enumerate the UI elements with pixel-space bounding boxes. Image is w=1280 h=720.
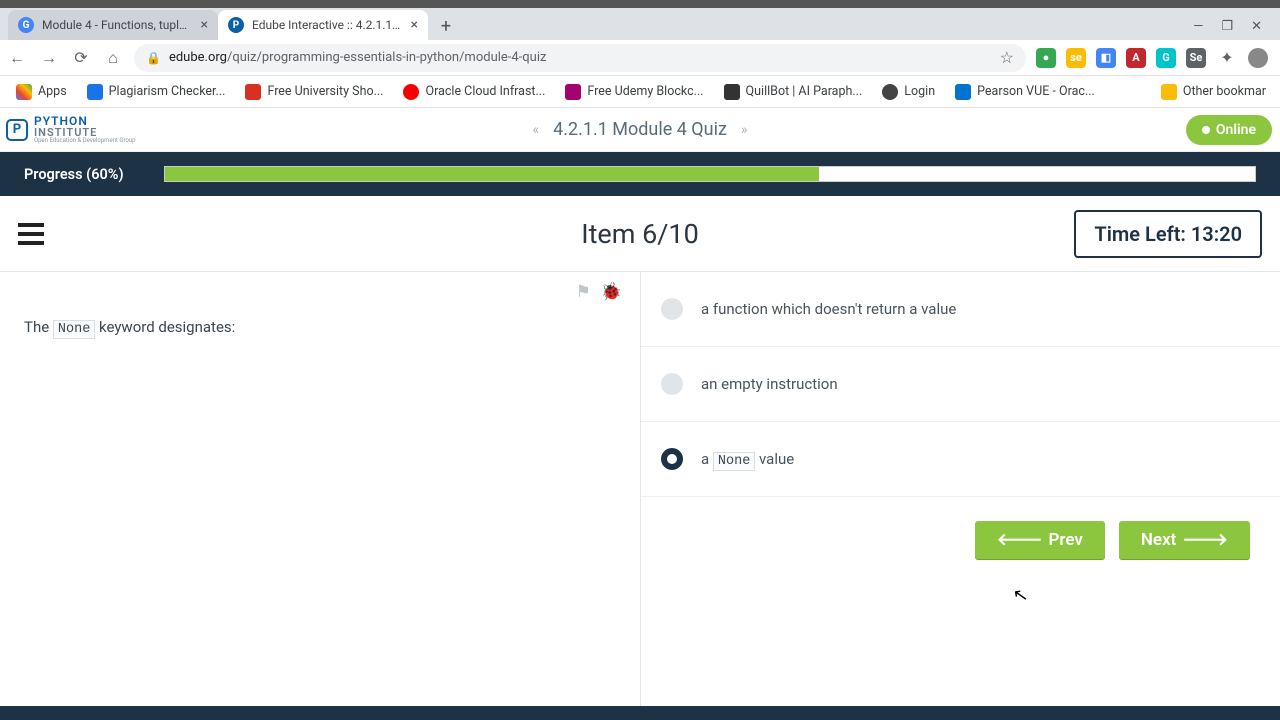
progress-label: Progress (60%) bbox=[24, 166, 124, 183]
logo-subtext: Open Education & Development Group bbox=[34, 138, 136, 144]
prev-button[interactable]: 🡐 Prev bbox=[975, 521, 1105, 559]
browser-tab-1[interactable]: P Edube Interactive :: 4.2.1.1 Modu × bbox=[218, 10, 428, 40]
answer-option[interactable]: an empty instruction bbox=[641, 347, 1280, 422]
bookmark-apps[interactable]: Apps bbox=[8, 80, 75, 104]
forward-icon[interactable]: → bbox=[38, 48, 60, 68]
url-text: edube.org/quiz/programming-essentials-in… bbox=[169, 50, 547, 65]
close-window-icon[interactable]: ✕ bbox=[1251, 19, 1262, 34]
answer-option[interactable]: a function which doesn't return a value bbox=[641, 272, 1280, 347]
question-text: The None keyword designates: bbox=[24, 318, 620, 337]
progress-fill bbox=[165, 167, 819, 181]
bookmark-item[interactable]: Plagiarism Checker... bbox=[79, 80, 234, 104]
bookmark-item[interactable]: Oracle Cloud Infrast... bbox=[395, 80, 553, 104]
quiz-header: Item 6/10 Time Left: 13:20 bbox=[0, 196, 1280, 272]
tab-strip: G Module 4 - Functions, tuples, dic × P … bbox=[0, 8, 1280, 40]
favicon-icon: G bbox=[18, 17, 34, 33]
answers-pane: a function which doesn't return a value a… bbox=[640, 272, 1280, 706]
bookmark-item[interactable]: Free University Sho... bbox=[237, 80, 391, 104]
progress-track bbox=[164, 166, 1256, 182]
app-header: P PYTHON INSTITUTE Open Education & Deve… bbox=[0, 108, 1280, 152]
close-icon[interactable]: × bbox=[201, 17, 208, 33]
bug-icon[interactable]: 🐞 bbox=[601, 282, 622, 302]
radio-icon[interactable] bbox=[661, 373, 683, 395]
address-bar[interactable]: 🔒 edube.org/quiz/programming-essentials-… bbox=[134, 44, 1026, 72]
option-label: a function which doesn't return a value bbox=[701, 300, 956, 318]
quiz-content: ⚑ 🐞 The None keyword designates: a funct… bbox=[0, 272, 1280, 706]
extensions: ● se ◧ A G Se ✦ bbox=[1036, 48, 1274, 68]
radio-icon[interactable] bbox=[661, 298, 683, 320]
bookmark-star-icon[interactable]: ☆ bbox=[1000, 48, 1014, 67]
extension-icon[interactable]: ◧ bbox=[1096, 48, 1116, 68]
question-pane: ⚑ 🐞 The None keyword designates: bbox=[0, 272, 640, 706]
extension-icon[interactable]: se bbox=[1066, 48, 1086, 68]
next-button[interactable]: Next 🡒 bbox=[1119, 521, 1250, 559]
profile-avatar-icon[interactable] bbox=[1248, 48, 1268, 68]
extension-icon[interactable]: ● bbox=[1036, 48, 1056, 68]
bookmark-item[interactable]: Login bbox=[874, 80, 943, 104]
module-title: « 4.2.1.1 Module 4 Quiz » bbox=[533, 119, 748, 140]
timer: Time Left: 13:20 bbox=[1074, 210, 1262, 258]
hamburger-icon[interactable] bbox=[18, 223, 44, 245]
home-icon[interactable]: ⌂ bbox=[102, 48, 124, 68]
back-icon[interactable]: ← bbox=[6, 48, 28, 68]
close-icon[interactable]: × bbox=[411, 17, 418, 33]
status-dot-icon bbox=[1202, 126, 1210, 134]
extensions-menu-icon[interactable]: ✦ bbox=[1216, 48, 1238, 67]
logo-mark-icon: P bbox=[6, 119, 28, 141]
minimize-icon[interactable]: — bbox=[1193, 19, 1203, 34]
chevron-left-icon[interactable]: « bbox=[533, 122, 540, 138]
browser-tab-0[interactable]: G Module 4 - Functions, tuples, dic × bbox=[8, 10, 218, 40]
bookmark-item[interactable]: Pearson VUE - Orac... bbox=[947, 80, 1103, 104]
address-row: ← → ⟳ ⌂ 🔒 edube.org/quiz/programming-ess… bbox=[0, 40, 1280, 76]
other-bookmarks[interactable]: Other bookmar bbox=[1161, 84, 1272, 100]
online-label: Online bbox=[1216, 122, 1256, 138]
extension-icon[interactable]: Se bbox=[1186, 48, 1206, 68]
flag-icon[interactable]: ⚑ bbox=[576, 282, 591, 302]
favicon-icon: P bbox=[228, 17, 244, 33]
item-counter: Item 6/10 bbox=[581, 218, 699, 250]
option-label: a None value bbox=[701, 450, 794, 469]
reload-icon[interactable]: ⟳ bbox=[70, 48, 92, 67]
radio-icon[interactable] bbox=[661, 448, 683, 470]
maximize-icon[interactable]: ❐ bbox=[1221, 19, 1233, 34]
extension-icon[interactable]: A bbox=[1126, 48, 1146, 68]
footer-bar bbox=[0, 706, 1280, 720]
online-status: Online bbox=[1186, 115, 1272, 145]
tab-title: Module 4 - Functions, tuples, dic bbox=[42, 18, 193, 32]
module-title-text: 4.2.1.1 Module 4 Quiz bbox=[553, 119, 727, 140]
extension-icon[interactable]: G bbox=[1156, 48, 1176, 68]
chevron-right-icon[interactable]: » bbox=[741, 122, 748, 138]
bookmark-item[interactable]: Free Udemy Blockc... bbox=[557, 80, 711, 104]
tab-title: Edube Interactive :: 4.2.1.1 Modu bbox=[252, 18, 403, 32]
answer-option[interactable]: a None value bbox=[641, 422, 1280, 497]
lock-icon: 🔒 bbox=[146, 51, 161, 65]
bookmark-item[interactable]: QuillBot | AI Paraph... bbox=[716, 80, 871, 104]
bookmarks-bar: Apps Plagiarism Checker... Free Universi… bbox=[0, 76, 1280, 108]
progress-bar-row: Progress (60%) bbox=[0, 152, 1280, 196]
option-label: an empty instruction bbox=[701, 375, 838, 393]
new-tab-button[interactable]: + bbox=[432, 12, 460, 40]
logo[interactable]: P PYTHON INSTITUTE Open Education & Deve… bbox=[0, 115, 136, 144]
